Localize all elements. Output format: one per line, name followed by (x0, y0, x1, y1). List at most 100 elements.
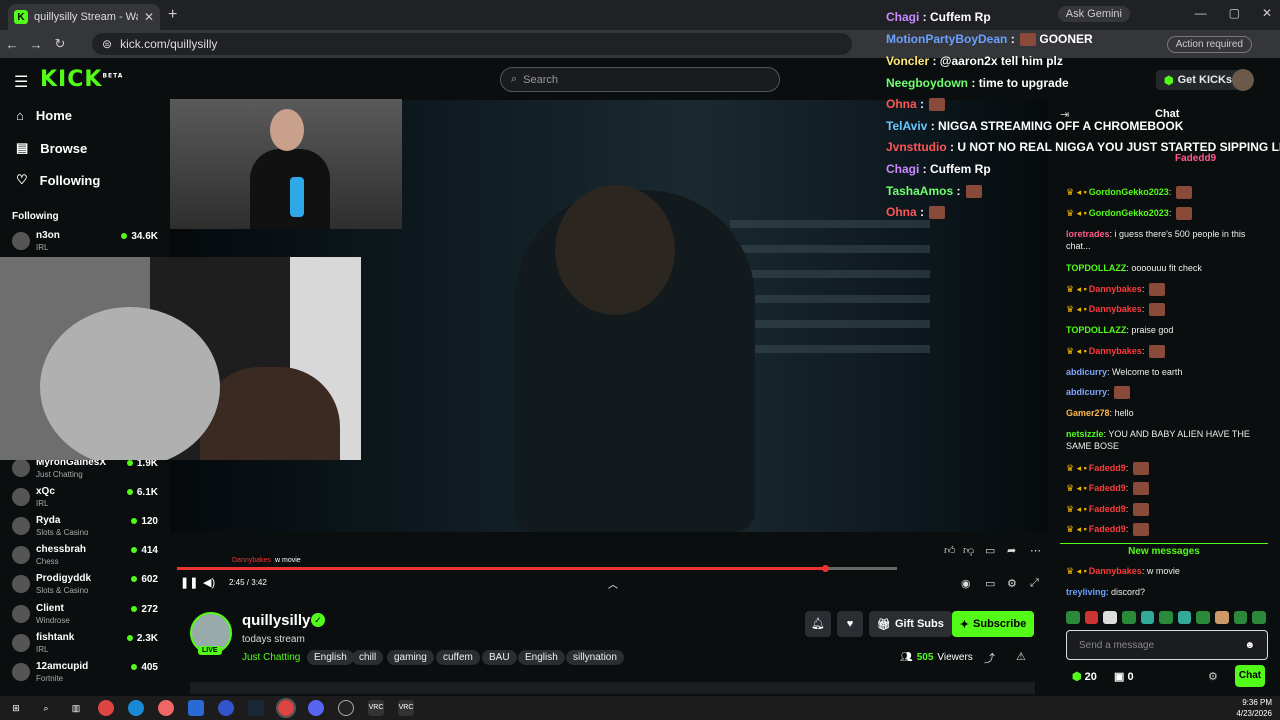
chat-message[interactable]: loretrades: i guess there's 500 people i… (1066, 228, 1270, 252)
fullscreen-icon[interactable]: ⤢ (1030, 577, 1039, 590)
following-channel-fishtank[interactable]: fishtank IRL 2.3K (12, 632, 162, 660)
tag[interactable]: cuffem (436, 650, 480, 665)
emote-icon[interactable] (1252, 611, 1267, 624)
chat-message[interactable]: Gamer278: hello (1066, 407, 1270, 419)
edge-icon[interactable] (128, 700, 144, 716)
kick-logo[interactable]: KICKBETA (40, 67, 123, 92)
theater-icon[interactable]: ▭ (985, 577, 995, 590)
search-input[interactable]: ⌕ Search (500, 67, 780, 92)
following-channel-n3on[interactable]: n3on IRL 34.6K (12, 230, 162, 258)
back-icon[interactable]: ← (0, 37, 24, 52)
sidebar-item-browse[interactable]: ▤ Browse (16, 140, 87, 156)
gift-balance[interactable]: ▣ 0 (1114, 670, 1134, 683)
browser-tab[interactable]: K quillysilly Stream - Watch L ✕ (8, 4, 160, 30)
chat-message[interactable]: TOPDOLLAZZ: praise god (1066, 324, 1270, 336)
task-view-icon[interactable]: ▥ (68, 700, 84, 716)
tag[interactable]: chill (352, 650, 384, 665)
reload-icon[interactable]: ↻ (48, 36, 72, 52)
start-icon[interactable]: ⊞ (8, 700, 24, 716)
chat-message[interactable]: treyliving: discord? (1066, 586, 1270, 598)
tag[interactable]: sillynation (566, 650, 624, 665)
chat-message[interactable]: ♛ ◂ ▪ Dannybakes: (1066, 303, 1270, 317)
following-channel-ryda[interactable]: Ryda Slots & Casino 120 (12, 515, 162, 543)
like-icon[interactable]: 👍︎ (944, 544, 956, 557)
tag[interactable]: BAU (482, 650, 517, 665)
comment-icon[interactable]: ▭ (985, 544, 995, 557)
following-channel-client[interactable]: Client Windrose 272 (12, 603, 162, 631)
emote-icon[interactable] (1196, 611, 1211, 624)
new-messages-divider[interactable]: New messages (1060, 543, 1268, 557)
stream-category[interactable]: Just Chatting (242, 652, 300, 663)
vrc-icon-2[interactable]: VRC (398, 700, 414, 716)
pause-icon[interactable]: ❚❚ (180, 576, 198, 589)
chat-message[interactable]: ♛ ◂ ▪ Dannybakes: (1066, 283, 1270, 297)
following-channel-myrongainesx[interactable]: MyronGainesX Just Chatting 1.9K (12, 457, 162, 485)
kicks-balance[interactable]: ⬢ 20 (1072, 670, 1097, 683)
chat-message[interactable]: abdicurry: Welcome to earth (1066, 366, 1270, 378)
site-info-icon[interactable]: ⊜ (102, 37, 112, 51)
following-channel-12amcupid[interactable]: 12amcupid Fortnite 405 (12, 661, 162, 689)
chat-message[interactable]: netsizzle: YOU AND BABY ALIEN HAVE THE S… (1066, 428, 1270, 452)
chat-message[interactable]: TOPDOLLAZZ: oooouuu fit check (1066, 262, 1270, 274)
dislike-icon[interactable]: 👎︎ (963, 544, 974, 557)
mail-icon[interactable] (188, 700, 204, 716)
emote-icon[interactable] (1066, 611, 1080, 624)
chat-message[interactable]: ♛ ◂ ▪ Fadedd9: (1066, 482, 1270, 496)
search-icon[interactable]: ⌕ (38, 700, 54, 716)
discord-icon[interactable] (308, 700, 324, 716)
tag[interactable]: English (518, 650, 565, 665)
vrc-icon[interactable]: VRC (368, 700, 384, 716)
notification-bell-button[interactable]: 🔔︎ (805, 611, 831, 637)
tab-close-icon[interactable]: ✕ (144, 10, 154, 24)
more-icon[interactable]: ⋯ (1030, 544, 1041, 557)
emote-icon[interactable] (1177, 611, 1192, 624)
new-tab-button[interactable]: + (168, 6, 177, 24)
chat-message[interactable]: ♛ ◂ ▪ Dannybakes: w movie (1066, 565, 1270, 577)
chrome-active-icon[interactable] (276, 698, 296, 718)
record-icon[interactable]: ◉ (961, 577, 971, 590)
share-icon[interactable]: ⤴ (984, 650, 995, 666)
emote-icon[interactable] (1084, 611, 1099, 624)
emoji-picker-icon[interactable]: ☻ (1244, 640, 1255, 651)
send-chat-button[interactable]: Chat (1235, 665, 1265, 687)
chrome-icon[interactable] (98, 700, 114, 716)
chat-message[interactable]: abdicurry: (1066, 386, 1270, 400)
progress-handle[interactable] (822, 565, 829, 572)
emote-icon[interactable] (1233, 611, 1248, 624)
channel-name[interactable]: quillysilly (242, 612, 310, 629)
following-channel-xqc[interactable]: xQc IRL 6.1K (12, 486, 162, 514)
emote-icon[interactable] (1121, 611, 1136, 624)
url-field[interactable]: ⊜ kick.com/quillysilly (92, 33, 852, 55)
app-icon[interactable] (218, 700, 234, 716)
emote-icon[interactable] (1215, 611, 1229, 624)
report-icon[interactable]: ⚠ (1016, 650, 1026, 663)
following-channel-chessbrah[interactable]: chessbrah Chess 414 (12, 544, 162, 572)
emote-icon[interactable] (1103, 611, 1117, 624)
chat-message[interactable]: ♛ ◂ ▪ Fadedd9: (1066, 503, 1270, 517)
chat-message-input[interactable]: Send a message ☻ (1066, 630, 1268, 660)
follow-heart-button[interactable]: ♥ (837, 611, 863, 637)
tag[interactable]: gaming (387, 650, 434, 665)
chat-message[interactable]: ♛ ◂ ▪ Fadedd9: (1066, 462, 1270, 476)
subscribe-button[interactable]: ✦ Subscribe (952, 611, 1034, 637)
steam-icon[interactable] (248, 700, 264, 716)
gift-subs-button[interactable]: 🎁︎ Gift Subs (869, 611, 952, 637)
chat-settings-icon[interactable]: ⚙ (1208, 670, 1218, 683)
forward-icon[interactable]: → (24, 37, 48, 52)
tag[interactable]: English (307, 650, 354, 665)
chat-message[interactable]: ♛ ◂ ▪ Fadedd9: (1066, 523, 1270, 537)
following-channel-prodigyddk[interactable]: Prodigyddk Slots & Casino 602 (12, 573, 162, 601)
emote-icon[interactable] (1159, 611, 1173, 624)
share-icon[interactable]: ➦ (1007, 544, 1016, 557)
firefox-icon[interactable] (158, 700, 174, 716)
chat-message[interactable]: ♛ ◂ ▪ Dannybakes: (1066, 345, 1270, 359)
volume-icon[interactable]: ◀) (203, 576, 215, 589)
hamburger-menu-icon[interactable]: ☰ (14, 72, 28, 92)
settings-gear-icon[interactable]: ⚙ (1007, 577, 1017, 590)
system-clock[interactable]: 9:36 PM 4/23/2026 (1236, 697, 1272, 719)
emote-icon[interactable] (1140, 611, 1155, 624)
chevron-up-icon[interactable]: ︿ (608, 576, 618, 591)
sidebar-item-home[interactable]: ⌂ Home (16, 108, 72, 123)
sidebar-item-following[interactable]: ♡ Following (16, 172, 100, 188)
obs-icon[interactable] (338, 700, 354, 716)
